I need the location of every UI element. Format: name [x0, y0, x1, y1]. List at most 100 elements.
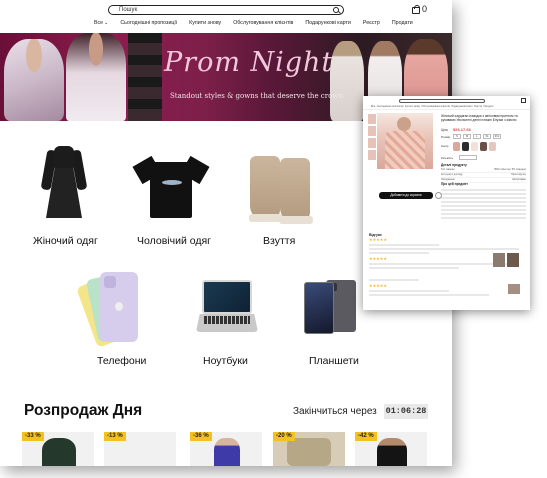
laptop-keys	[204, 316, 250, 324]
color-swatch[interactable]	[453, 142, 460, 151]
deal-product-card[interactable]: -42 %	[355, 432, 427, 466]
nav-item-buy-again[interactable]: Купити знову	[405, 105, 420, 108]
text-line	[441, 197, 526, 199]
shopping-bag-icon[interactable]	[521, 98, 526, 103]
color-swatch[interactable]	[489, 142, 496, 151]
category-laptops[interactable]: Ноутбуки	[203, 355, 248, 367]
detail-key: Інструкції з догляду	[441, 173, 463, 176]
detail-value: 95% поліестер, 5% спандекс	[494, 168, 526, 171]
text-line	[441, 205, 526, 207]
product-thumbnail[interactable]	[368, 150, 376, 160]
phone	[100, 272, 138, 342]
star-rating-icon: ★★★★★	[369, 237, 387, 242]
category-shoes[interactable]: Взуття	[263, 235, 295, 247]
search-icon[interactable]	[333, 7, 339, 13]
nav-item-sell[interactable]: Продати	[484, 105, 494, 108]
nav-item-todays-deals[interactable]: Сьогоднішні пропозиції	[377, 105, 404, 108]
review-photo[interactable]	[493, 253, 505, 267]
cart-button[interactable]: 0	[412, 4, 438, 16]
product-photo	[214, 438, 240, 466]
quantity-label: Кількість	[441, 156, 454, 160]
boot	[249, 156, 283, 222]
review-photos	[493, 253, 519, 267]
search-input[interactable]: Пошук	[108, 5, 344, 15]
text-line	[369, 290, 449, 292]
category-phones[interactable]: Телефони	[97, 355, 146, 367]
nav-item-registry[interactable]: Реєстр	[474, 105, 482, 108]
nav-item-label: Все	[94, 20, 104, 26]
color-swatch[interactable]	[480, 142, 487, 151]
tablet-image[interactable]	[304, 280, 358, 336]
nav-item-all[interactable]: Все⌄	[88, 20, 114, 26]
search-input[interactable]	[399, 99, 485, 103]
main-nav: Все Сьогоднішні пропозиції Купити знову …	[371, 105, 493, 108]
banner-subtitle: Standout styles & gowns that deserve the…	[170, 92, 346, 100]
laptop-image[interactable]	[196, 280, 258, 332]
text-line	[369, 252, 429, 254]
deal-product-card[interactable]: -13 %	[104, 432, 176, 466]
size-option[interactable]: M	[463, 134, 471, 139]
shopping-bag-icon	[412, 5, 420, 14]
product-thumbnail[interactable]	[368, 138, 376, 148]
banner-model-photo	[4, 39, 64, 121]
tshirt-image[interactable]	[132, 155, 210, 218]
detail-value: Прати вручну	[511, 173, 526, 176]
size-option[interactable]: S	[453, 134, 461, 139]
boot	[279, 158, 313, 224]
discount-badge: -33 %	[22, 432, 44, 441]
category-womens-clothing[interactable]: Жіночий одяг	[33, 235, 98, 247]
text-line	[369, 263, 509, 265]
color-swatch[interactable]	[471, 142, 478, 151]
product-thumbnail[interactable]	[368, 126, 376, 136]
category-tablets[interactable]: Планшети	[309, 355, 359, 367]
text-line	[369, 244, 439, 246]
size-option[interactable]: L	[473, 134, 481, 139]
nav-item-customer-service[interactable]: Обслуговування клієнтів	[227, 20, 299, 26]
product-main-image[interactable]	[377, 113, 433, 169]
nav-item-todays-deals[interactable]: Сьогоднішні пропозиції	[114, 20, 183, 26]
add-to-cart-button[interactable]: Добавити до корзини	[379, 192, 433, 199]
quantity-stepper[interactable]	[459, 155, 477, 160]
nav-item-buy-again[interactable]: Купити знову	[183, 20, 227, 26]
size-option[interactable]: XL	[483, 134, 491, 139]
product-photo	[287, 438, 331, 466]
tshirt-body	[150, 162, 192, 218]
nav-item-customer-service[interactable]: Обслуговування клієнтів	[421, 105, 449, 108]
nav-item-sell[interactable]: Продати	[386, 20, 419, 26]
text-line	[441, 201, 526, 203]
phones-image[interactable]	[76, 270, 152, 348]
discount-badge: -13 %	[104, 432, 126, 441]
text-line	[441, 209, 526, 211]
deal-product-card[interactable]: -20 %	[273, 432, 345, 466]
deal-product-card[interactable]: -33 %	[22, 432, 94, 466]
text-line	[441, 217, 526, 219]
product-photo	[42, 438, 76, 466]
heart-icon[interactable]	[435, 192, 442, 199]
search-placeholder: Пошук	[119, 7, 138, 13]
nav-item-gift-cards[interactable]: Подарункові карти	[451, 105, 472, 108]
top-bar: Пошук 0 Все⌄ Сьогоднішні пропозиції Купи…	[0, 0, 452, 33]
deals-timer-label: Закінчиться через	[293, 406, 377, 417]
nav-item-all[interactable]: Все	[371, 105, 375, 108]
size-label: Розмір	[441, 135, 451, 139]
review-photo[interactable]	[507, 253, 519, 267]
size-option[interactable]: 2XL	[493, 134, 501, 139]
product-thumbnail[interactable]	[368, 114, 376, 124]
color-swatch[interactable]	[462, 142, 469, 151]
review-photo[interactable]	[508, 284, 520, 294]
product-page-header: Все Сьогоднішні пропозиції Купити знову …	[363, 96, 530, 110]
text-line	[441, 213, 526, 215]
boots-image[interactable]	[246, 154, 318, 224]
tablet	[304, 282, 334, 334]
text-line	[369, 279, 419, 281]
text-line	[369, 248, 519, 250]
review-photos	[508, 284, 520, 294]
nav-item-registry[interactable]: Реєстр	[357, 20, 386, 26]
deals-countdown: 01:06:28	[384, 404, 428, 419]
category-mens-clothing[interactable]: Чоловічий одяг	[137, 235, 211, 247]
dress-image[interactable]	[40, 144, 88, 220]
deal-product-card[interactable]: -36 %	[190, 432, 262, 466]
nav-item-gift-cards[interactable]: Подарункові карти	[299, 20, 357, 26]
dress-bodice	[54, 146, 74, 168]
banner-model-photo	[66, 33, 126, 121]
